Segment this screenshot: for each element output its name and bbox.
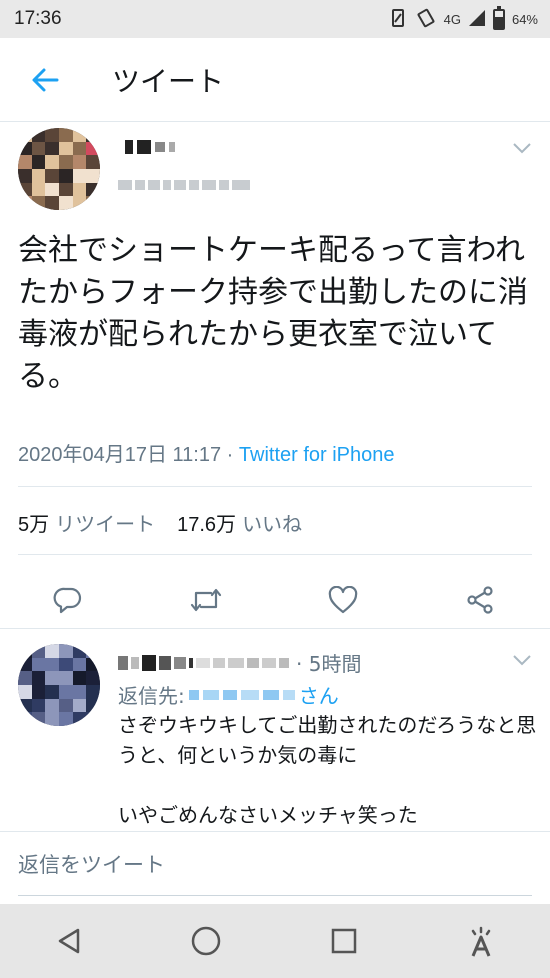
divider	[18, 554, 532, 555]
status-bar: 17:36 4G 64%	[0, 0, 550, 38]
share-icon	[467, 586, 493, 614]
divider	[18, 486, 532, 487]
nav-recents-button[interactable]	[314, 911, 374, 971]
retweet-icon	[190, 588, 222, 612]
nav-accessibility-button[interactable]	[451, 911, 511, 971]
status-icons: 4G 64%	[388, 5, 538, 31]
signal-icon	[468, 9, 486, 30]
author-name-redacted[interactable]	[125, 140, 175, 154]
like-count[interactable]: 17.6万	[177, 508, 236, 537]
rotate-icon	[415, 8, 437, 31]
battery-icon	[492, 5, 505, 30]
tweet-actions	[0, 572, 550, 628]
retweet-button[interactable]	[178, 572, 234, 628]
status-time: 17:36	[14, 8, 62, 29]
retweet-count[interactable]: 5万	[18, 508, 49, 537]
like-label[interactable]: いいね	[242, 508, 302, 537]
heart-icon	[328, 586, 358, 614]
chevron-down-icon[interactable]	[512, 652, 532, 671]
nav-home-button[interactable]	[176, 911, 236, 971]
reply-to-line: 返信先: さん	[118, 680, 339, 709]
reply-composer-input[interactable]: 返信をツイート	[18, 832, 532, 896]
reply-to-mention-suffix[interactable]: さん	[299, 680, 339, 709]
tweet-stats: 5万 リツイート 17.6万 いいね	[18, 508, 324, 537]
avatar[interactable]	[18, 128, 100, 210]
reply-to-prefix: 返信先:	[118, 684, 185, 708]
composer-placeholder: 返信をツイート	[18, 852, 165, 877]
vibrate-icon	[388, 8, 408, 31]
reply-time: · 5時間	[296, 652, 362, 676]
share-button[interactable]	[452, 572, 508, 628]
divider	[0, 628, 550, 629]
reply-icon	[53, 587, 82, 614]
meta-separator: ·	[221, 444, 239, 466]
tweet-timestamp: 2020年04月17日 11:17	[18, 444, 222, 466]
battery-percent: 64%	[511, 11, 538, 27]
author-handle-redacted	[118, 180, 250, 190]
square-recents-icon	[331, 928, 356, 954]
nav-back-button[interactable]	[39, 911, 99, 971]
triangle-back-icon	[58, 928, 79, 954]
back-button[interactable]	[0, 38, 90, 122]
tweet-meta: 2020年04月17日 11:17 · Twitter for iPhone	[18, 438, 395, 467]
reply-text: さぞウキウキしてご出勤されたのだろうなと思うと、何というか気の毒に いやごめんな…	[118, 713, 537, 827]
circle-home-icon	[192, 926, 221, 956]
like-button[interactable]	[315, 572, 371, 628]
tweet-client-link[interactable]: Twitter for iPhone	[239, 444, 395, 466]
reply-button[interactable]	[40, 572, 96, 628]
reply-tweet[interactable]: · 5時間 返信先: さん さぞウキウキしてご出勤されたのだろうなと思うと、何と…	[0, 630, 550, 830]
system-nav-bar	[0, 904, 550, 978]
reply-author-redacted: · 5時間	[118, 648, 361, 677]
tweet-text: 会社でショートケーキ配るって言われたからフォーク持参で出勤したのに消毒液が配られ…	[18, 233, 528, 394]
retweet-label[interactable]: リツイート	[55, 508, 155, 537]
arrow-left-icon	[32, 68, 59, 91]
network-type: 4G	[443, 11, 461, 27]
accessibility-icon	[471, 926, 491, 957]
chevron-down-icon[interactable]	[512, 140, 532, 159]
page-title: ツイート	[112, 64, 225, 98]
reply-avatar[interactable]	[18, 644, 100, 726]
app-header: ツイート	[0, 38, 550, 122]
